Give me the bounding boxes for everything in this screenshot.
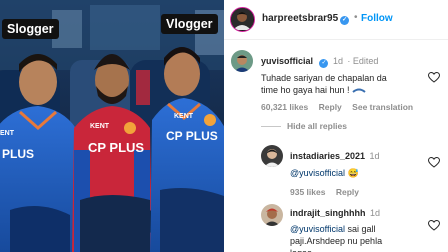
reply-mention[interactable]: @yuvisofficial	[290, 224, 345, 234]
comment-text-line2-content: time ho gaya hai hun !	[261, 85, 350, 95]
post-header: harpreetsbrar95 ✓ • Follow	[224, 0, 448, 40]
left-jersey-text: PLUS	[2, 147, 34, 161]
reply-likes[interactable]: 935 likes	[290, 187, 325, 197]
comment-actions: 60,321 likes Reply See translation	[261, 102, 431, 112]
heart-outline-icon[interactable]	[428, 157, 440, 168]
reply-mention[interactable]: @yuvisofficial	[290, 168, 345, 178]
reply-avatar[interactable]	[261, 145, 283, 167]
heart-outline-icon[interactable]	[428, 72, 440, 83]
hide-replies-line	[261, 126, 281, 127]
comment-text-line1: Tuhade sariyan de chapalan da	[261, 73, 387, 83]
reply-emoji: 😅	[347, 168, 359, 178]
comments-panel: harpreetsbrar95 ✓ • Follow yuvisofficial …	[224, 0, 448, 252]
commenter-username[interactable]: yuvisofficial	[261, 56, 313, 66]
comment-time[interactable]: 1d	[333, 56, 343, 66]
reply-text: @yuvisofficial 😅	[290, 167, 430, 179]
reply-time[interactable]: 1d	[370, 208, 380, 218]
reply-text-line2: paji.Arshdeep nu pehla	[290, 236, 383, 246]
caption-slogger: Slogger	[2, 19, 59, 39]
reply-text: @yuvisofficial sai gall	[290, 223, 430, 235]
comment-text-line2: time ho gaya hai hun !	[261, 84, 431, 96]
reply-avatar[interactable]	[261, 204, 283, 226]
hide-replies-button[interactable]: Hide all replies	[287, 121, 347, 131]
comment-emoji-icon	[352, 88, 366, 93]
reply-actions: 935 likes Reply	[290, 187, 430, 197]
reply-reply-button[interactable]: Reply	[336, 187, 359, 197]
caption-vlogger: Vlogger	[161, 14, 218, 34]
author-username[interactable]: harpreetsbrar95 ✓	[262, 13, 350, 25]
svg-text:KENT: KENT	[174, 113, 194, 120]
heart-outline-icon[interactable]	[428, 220, 440, 231]
verified-badge-icon: ✓	[340, 16, 350, 25]
verified-badge-icon: ✓	[319, 59, 329, 68]
comment-reply-button[interactable]: Reply	[319, 102, 342, 112]
reply-username[interactable]: instadiaries_2021	[290, 151, 365, 161]
follow-button[interactable]: Follow	[361, 13, 393, 24]
right-jersey-text: CP PLUS	[166, 129, 218, 143]
post-photo[interactable]: PLUS ENT CP PLUS KENT CP PLUS KENT Slogg…	[0, 0, 224, 252]
commenter-avatar[interactable]	[231, 50, 253, 72]
comment-edited: · Edited	[347, 56, 379, 66]
see-translation-button[interactable]: See translation	[352, 102, 413, 112]
svg-text:ENT: ENT	[0, 130, 15, 137]
reply-time[interactable]: 1d	[370, 151, 380, 161]
comment-likes[interactable]: 60,321 likes	[261, 102, 308, 112]
reply-text-line3: lagao	[290, 247, 430, 252]
author-avatar[interactable]	[230, 7, 255, 32]
reply-text-rest: sai gall	[345, 224, 376, 234]
middle-jersey-text: CP PLUS	[88, 140, 144, 155]
author-username-text[interactable]: harpreetsbrar95	[262, 13, 338, 24]
svg-text:KENT: KENT	[90, 123, 110, 130]
reply-username[interactable]: indrajit_singhhhh	[290, 208, 366, 218]
header-separator: •	[354, 12, 358, 23]
